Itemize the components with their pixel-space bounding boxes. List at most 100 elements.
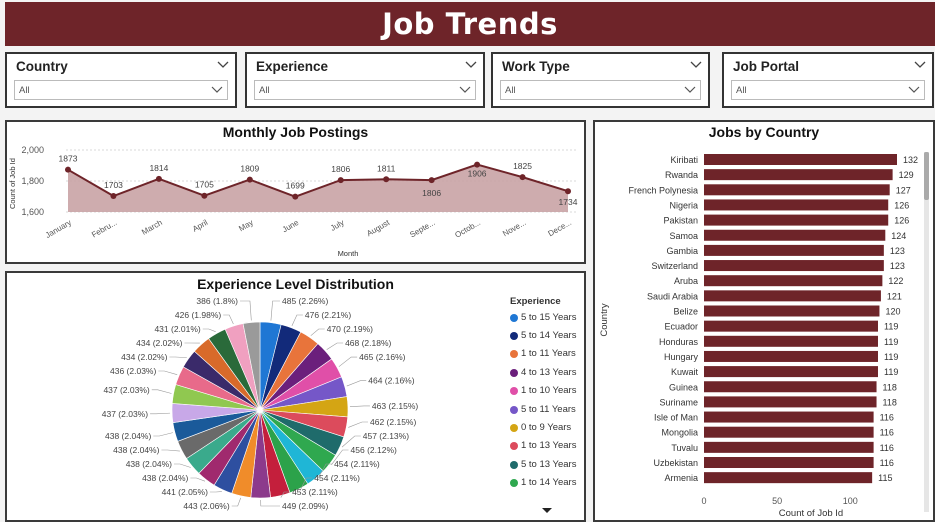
legend-dot — [510, 386, 518, 395]
legend-label: 5 to 14 Years — [521, 330, 577, 341]
legend-item[interactable]: 1 to 14 Years — [510, 477, 576, 491]
caret-down-icon[interactable] — [542, 508, 552, 513]
data-point — [383, 176, 390, 183]
value-label: 132 — [903, 155, 918, 165]
data-label: 1825 — [513, 161, 532, 171]
slice-label: 463 (2.15%) — [372, 401, 418, 411]
country-dropdown[interactable]: All — [14, 80, 228, 100]
legend-dot — [510, 423, 518, 432]
slice-label: 456 (2.12%) — [351, 445, 397, 455]
leader-line — [346, 380, 367, 387]
leader-line — [310, 328, 325, 336]
slice-label: 476 (2.21%) — [305, 310, 351, 320]
slice-label: 434 (2.02%) — [121, 352, 167, 362]
bar — [704, 305, 880, 317]
dashboard: Job Trends Country All Experience All Wo… — [0, 0, 935, 522]
bar — [704, 457, 874, 468]
legend-item[interactable]: 5 to 11 Years — [510, 404, 576, 418]
legend-label: 1 to 13 Years — [521, 440, 577, 451]
legend-item[interactable]: 1 to 11 Years — [510, 348, 576, 362]
legend-item[interactable]: 5 to 14 Years — [510, 330, 576, 344]
legend-label: 1 to 14 Years — [521, 477, 577, 488]
data-point — [201, 192, 208, 199]
chevron-down-icon[interactable] — [908, 82, 920, 99]
job-portal-slicer[interactable]: Job Portal All — [722, 52, 934, 108]
legend-label: 5 to 13 Years — [521, 459, 577, 470]
category-label: Samoa — [669, 231, 698, 241]
category-label: Guinea — [669, 382, 698, 392]
category-label: Pakistan — [663, 216, 698, 226]
slice-label: 468 (2.18%) — [345, 338, 391, 348]
value-label: 129 — [899, 170, 914, 180]
legend-item[interactable]: 0 to 9 Years — [510, 422, 571, 436]
leader-line — [151, 389, 172, 394]
work-type-dropdown[interactable]: All — [500, 80, 701, 100]
category-label: French Polynesia — [628, 185, 698, 195]
leader-line — [231, 497, 241, 507]
legend-dot — [510, 331, 518, 340]
category-label: Armenia — [664, 473, 698, 483]
slice-label: 470 (2.19%) — [327, 324, 373, 334]
legend-item[interactable]: 5 to 15 Years — [510, 312, 576, 326]
chevron-down-icon[interactable] — [690, 58, 702, 72]
chevron-down-icon[interactable] — [914, 58, 926, 72]
value-label: 119 — [884, 322, 898, 332]
data-point — [519, 174, 526, 181]
value-label: 127 — [896, 185, 911, 195]
legend-item[interactable]: 4 to 13 Years — [510, 367, 576, 381]
leader-line — [161, 449, 180, 452]
scrollbar-thumb[interactable] — [924, 152, 929, 200]
data-label: 1809 — [240, 164, 259, 174]
chevron-down-icon[interactable] — [465, 58, 477, 72]
data-label: 1699 — [286, 181, 305, 191]
x-tick-label: 0 — [701, 496, 706, 506]
legend-item[interactable]: 1 to 10 Years — [510, 385, 576, 399]
value-label: 116 — [880, 428, 894, 438]
experience-dropdown[interactable]: All — [254, 80, 476, 100]
country-slicer[interactable]: Country All — [5, 52, 237, 108]
x-tick-label: 50 — [772, 496, 782, 506]
x-tick-label: Octob... — [453, 218, 482, 240]
value-label: 116 — [880, 443, 894, 453]
category-label: Ecuador — [664, 322, 698, 332]
legend-dot — [510, 349, 518, 358]
bar — [704, 290, 881, 302]
x-tick-label: Febru... — [90, 218, 118, 240]
bar — [704, 411, 874, 423]
x-tick-label: Septe... — [408, 218, 436, 240]
legend-label: 1 to 11 Years — [521, 348, 576, 359]
data-point — [292, 193, 299, 200]
chart-scrollbar[interactable] — [924, 152, 929, 512]
monthly-postings-chart: 2,000 1,800 1,600 Count of Job Id 1873 Januar… — [8, 145, 578, 258]
leader-line — [169, 356, 187, 358]
slice-label: 443 (2.06%) — [183, 501, 229, 511]
chevron-down-icon[interactable] — [459, 82, 471, 99]
legend-label: 1 to 10 Years — [521, 385, 577, 396]
x-tick-label: January — [44, 218, 73, 240]
category-label: Kuwait — [671, 367, 699, 377]
bar — [704, 396, 877, 408]
work-type-slicer[interactable]: Work Type All — [491, 52, 710, 108]
leader-line — [260, 499, 280, 507]
bar — [704, 441, 874, 453]
value-label: 118 — [883, 382, 897, 392]
legend-item[interactable]: 5 to 13 Years — [510, 459, 576, 473]
y-tick-label: 1,800 — [21, 176, 44, 186]
legend-item[interactable]: 1 to 13 Years — [510, 440, 576, 454]
jobs-by-country-chart: Kiribati 132 Rwanda 129 French Polynesia 127 N… — [599, 154, 918, 519]
bar — [704, 169, 893, 181]
x-tick-label: 100 — [843, 496, 858, 506]
chevron-down-icon[interactable] — [684, 82, 696, 99]
bar — [704, 229, 886, 241]
job-portal-dropdown[interactable]: All — [731, 80, 925, 100]
bar — [704, 426, 874, 438]
chevron-down-icon[interactable] — [211, 82, 223, 99]
category-label: Isle of Man — [654, 413, 698, 423]
leader-line — [240, 300, 252, 321]
chevron-down-icon[interactable] — [217, 58, 229, 72]
experience-slicer[interactable]: Experience All — [245, 52, 485, 108]
category-label: Belize — [673, 307, 698, 317]
data-point — [155, 175, 162, 182]
slice-label: 434 (2.02%) — [136, 338, 182, 348]
leader-line — [223, 314, 234, 325]
